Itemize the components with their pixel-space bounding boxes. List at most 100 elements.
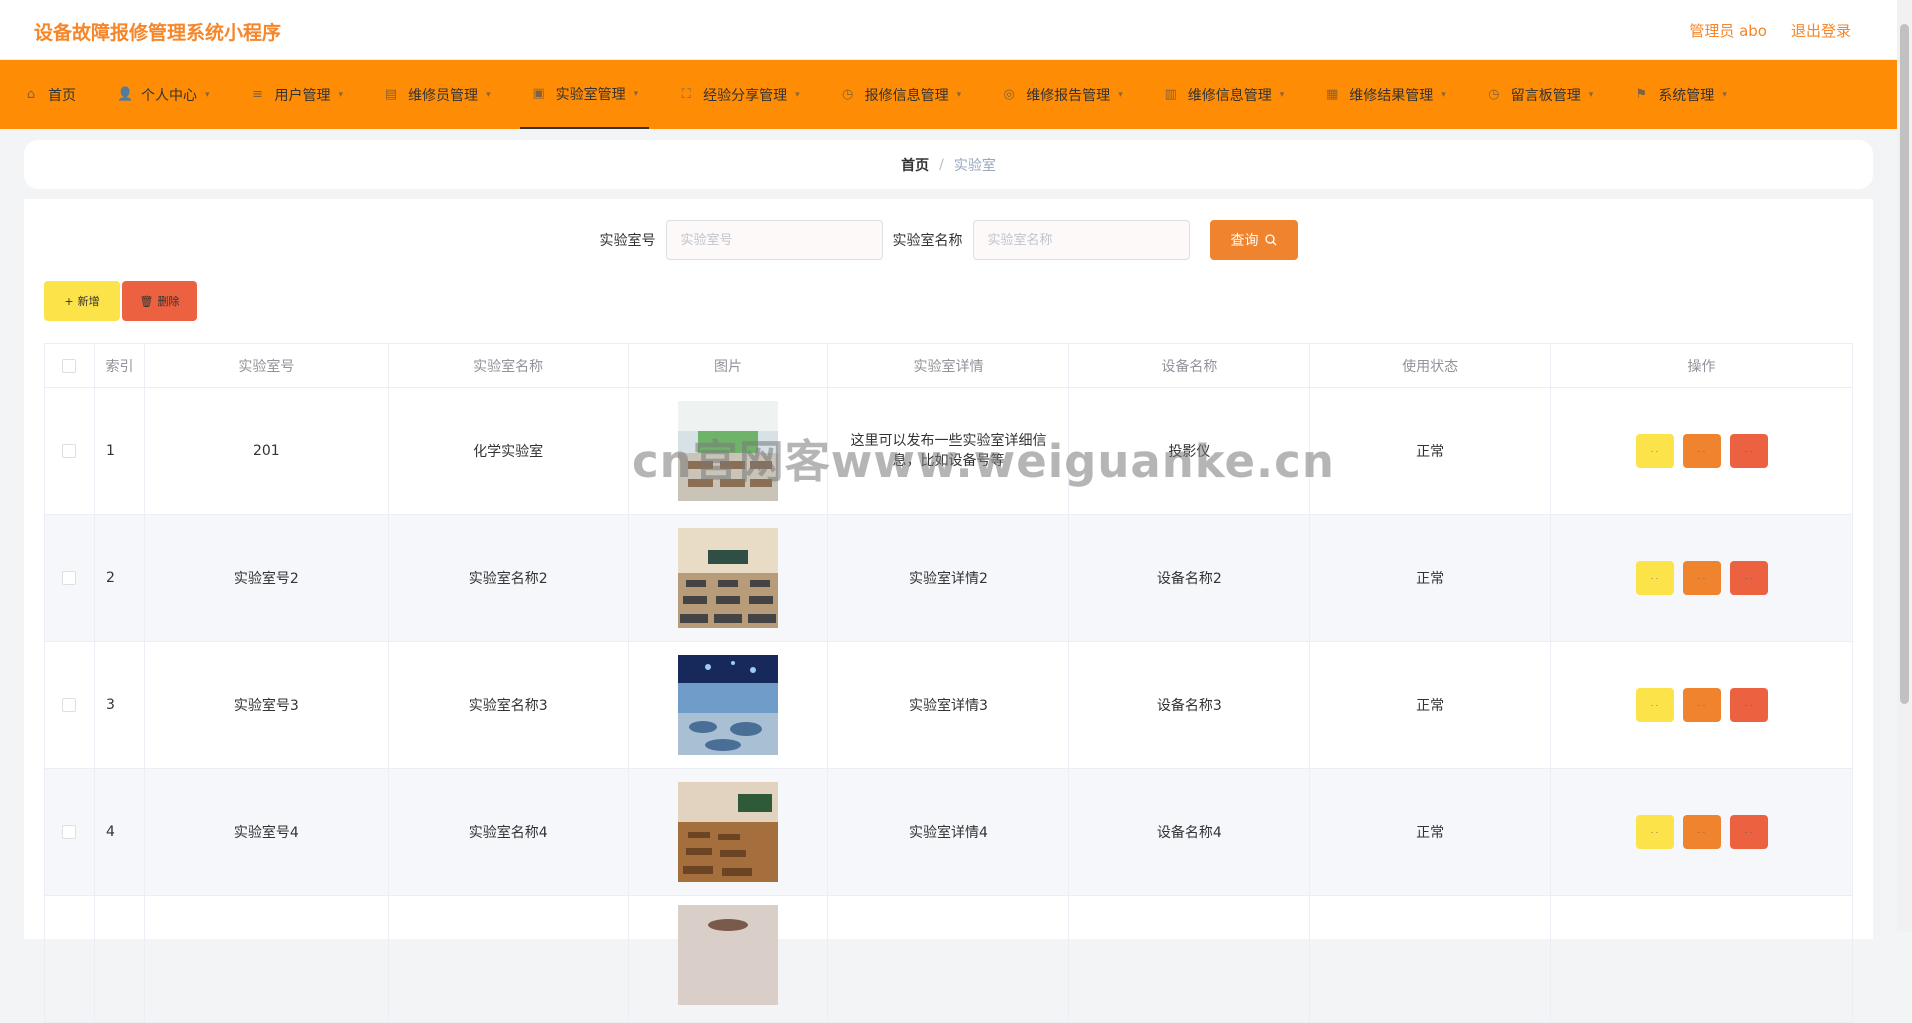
page-scrollbar[interactable] — [1897, 0, 1912, 932]
column-header: 实验室名称 — [387, 343, 629, 388]
row-checkbox[interactable] — [62, 698, 77, 712]
clipboard-icon: ▤ — [384, 86, 398, 102]
cell-detail: 实验室详情4 — [827, 768, 1070, 896]
delete-row-button[interactable]: · · — [1729, 815, 1768, 849]
logout-link[interactable]: 退出登录 — [1791, 20, 1851, 41]
chevron-down-icon: ▾ — [1118, 89, 1123, 100]
main-panel: 实验室号 实验室名称 查询 + 新增 🗑 删除 索引 — [24, 199, 1873, 1023]
row-checkbox[interactable] — [62, 825, 77, 839]
cell-detail: 这里可以发布一些实验室详细信息，比如设备号等 — [827, 387, 1070, 515]
add-label: 新增 — [77, 295, 100, 308]
lab-name-input[interactable] — [972, 220, 1190, 260]
view-button[interactable]: · · — [1635, 434, 1674, 468]
table-row: 4 实验室号4 实验室名称4 实验室详情4 设备名称4 正常 · · · · ·… — [44, 768, 1853, 896]
lab-photo[interactable] — [678, 905, 779, 1005]
top-header: 设备故障报修管理系统小程序 管理员 abo 退出登录 — [0, 0, 1897, 60]
cell-lab-name: 实验室名称2 — [387, 514, 629, 642]
cell-lab-no: 实验室号4 — [143, 768, 389, 896]
cell-ops: · · · · · · — [1550, 641, 1853, 769]
query-label: 查询 — [1230, 233, 1259, 249]
table-row: 1 201 化学实验室 这里可以发布一些实验室详细信息，比如设备号等 投影仪 正… — [44, 387, 1853, 515]
chevron-down-icon: ▾ — [795, 89, 800, 100]
nav-label: 维修员管理 — [408, 87, 479, 104]
picture-icon: ▣ — [532, 85, 545, 101]
cell-index: 1 — [93, 387, 145, 515]
nav-item-labs[interactable]: ▣ 实验室管理 ▾ — [519, 60, 650, 129]
row-checkbox[interactable] — [62, 571, 77, 585]
delete-row-button[interactable]: · · — [1729, 434, 1768, 468]
cell-status: 正常 — [1309, 387, 1552, 515]
nav-label: 维修信息管理 — [1187, 87, 1272, 104]
admin-username[interactable]: 管理员 abo — [1689, 20, 1767, 41]
lab-photo[interactable] — [678, 401, 779, 501]
chevron-down-icon: ▾ — [1279, 89, 1285, 100]
row-select-cell — [44, 895, 95, 1023]
cell-image — [627, 387, 829, 515]
delete-row-button[interactable]: · · — [1729, 688, 1768, 722]
breadcrumb: 首页 / 实验室 — [24, 140, 1873, 189]
view-button[interactable]: · · — [1635, 815, 1674, 849]
chevron-down-icon: ▾ — [486, 89, 491, 100]
edit-button[interactable]: · · — [1682, 434, 1721, 468]
cell-image — [627, 641, 829, 769]
breadcrumb-home[interactable]: 首页 — [901, 155, 929, 175]
detail-text: 这里可以发布一些实验室详细信息，比如设备号等 — [850, 433, 1047, 469]
nav-item-experience[interactable]: ⛶ 经验分享管理 ▾ — [667, 60, 811, 129]
nav-item-repairmen[interactable]: ▤ 维修员管理 ▾ — [372, 60, 502, 129]
toolbar: + 新增 🗑 删除 — [44, 281, 197, 321]
cell-device: 设备名称4 — [1068, 768, 1311, 896]
briefcase-icon: ▥ — [1164, 86, 1177, 102]
delete-row-button[interactable]: · · — [1729, 561, 1768, 595]
delete-button[interactable]: 🗑 删除 — [122, 281, 197, 321]
chevron-down-icon: ▾ — [1722, 89, 1727, 100]
chevron-down-icon: ▾ — [338, 89, 344, 100]
cell-device — [1068, 895, 1311, 1023]
nav-item-message-board[interactable]: ◷ 留言板管理 ▾ — [1475, 60, 1605, 129]
lab-photo[interactable] — [678, 782, 779, 882]
nav-label: 系统管理 — [1658, 87, 1715, 104]
select-all-checkbox[interactable] — [62, 358, 77, 373]
nav-item-profile[interactable]: 👤 个人中心 ▾ — [105, 60, 221, 129]
chevron-down-icon: ▾ — [205, 89, 210, 100]
home-icon: ⌂ — [26, 86, 36, 102]
nav-item-users[interactable]: ≡ 用户管理 ▾ — [239, 60, 355, 129]
table-header-row: 索引 实验室号 实验室名称 图片 实验室详情 设备名称 使用状态 操作 — [44, 343, 1853, 388]
table-row — [44, 895, 1853, 1023]
nav-item-home[interactable]: ⌂ 首页 — [12, 60, 87, 129]
cell-device: 投影仪 — [1068, 387, 1311, 515]
add-button[interactable]: + 新增 — [44, 281, 120, 321]
row-checkbox[interactable] — [62, 444, 77, 458]
scrollbar-thumb[interactable] — [1900, 24, 1909, 704]
lab-table: 索引 实验室号 实验室名称 图片 实验室详情 设备名称 使用状态 操作 1 20… — [44, 343, 1853, 1023]
nav-item-system[interactable]: ⚑ 系统管理 ▾ — [1622, 60, 1738, 129]
cell-ops: · · · · · · — [1550, 514, 1853, 642]
row-select-cell — [44, 641, 95, 769]
lab-photo[interactable] — [678, 528, 779, 628]
edit-button[interactable]: · · — [1682, 561, 1721, 595]
fullscreen-icon: ⛶ — [681, 86, 691, 102]
edit-button[interactable]: · · — [1682, 688, 1721, 722]
cell-status: 正常 — [1309, 641, 1552, 769]
lab-no-label: 实验室号 — [599, 233, 656, 249]
compass-icon: ◎ — [1003, 86, 1015, 102]
header-select-all[interactable] — [44, 343, 95, 388]
cell-status: 正常 — [1309, 514, 1552, 642]
column-header: 实验室号 — [143, 343, 389, 388]
trash-icon: 🗑 — [139, 294, 154, 308]
cell-lab-name: 实验室名称3 — [387, 641, 629, 769]
nav-item-repair-info[interactable]: ◷ 报修信息管理 ▾ — [829, 60, 973, 129]
user-icon: 👤 — [117, 86, 134, 102]
edit-button[interactable]: · · — [1682, 815, 1721, 849]
lab-no-input[interactable] — [665, 220, 883, 260]
chevron-down-icon: ▾ — [1441, 89, 1446, 100]
query-button[interactable]: 查询 — [1209, 220, 1298, 260]
search-form: 实验室号 实验室名称 查询 — [24, 220, 1873, 260]
nav-item-maintenance-info[interactable]: ▥ 维修信息管理 ▾ — [1152, 60, 1296, 129]
nav-item-repair-report[interactable]: ◎ 维修报告管理 ▾ — [990, 60, 1134, 129]
nav-item-repair-result[interactable]: ▦ 维修结果管理 ▾ — [1313, 60, 1457, 129]
view-button[interactable]: · · — [1635, 688, 1674, 722]
view-button[interactable]: · · — [1635, 561, 1674, 595]
cell-ops: · · · · · · — [1550, 387, 1853, 515]
lab-photo[interactable] — [678, 655, 779, 755]
cell-lab-no: 实验室号2 — [143, 514, 389, 642]
